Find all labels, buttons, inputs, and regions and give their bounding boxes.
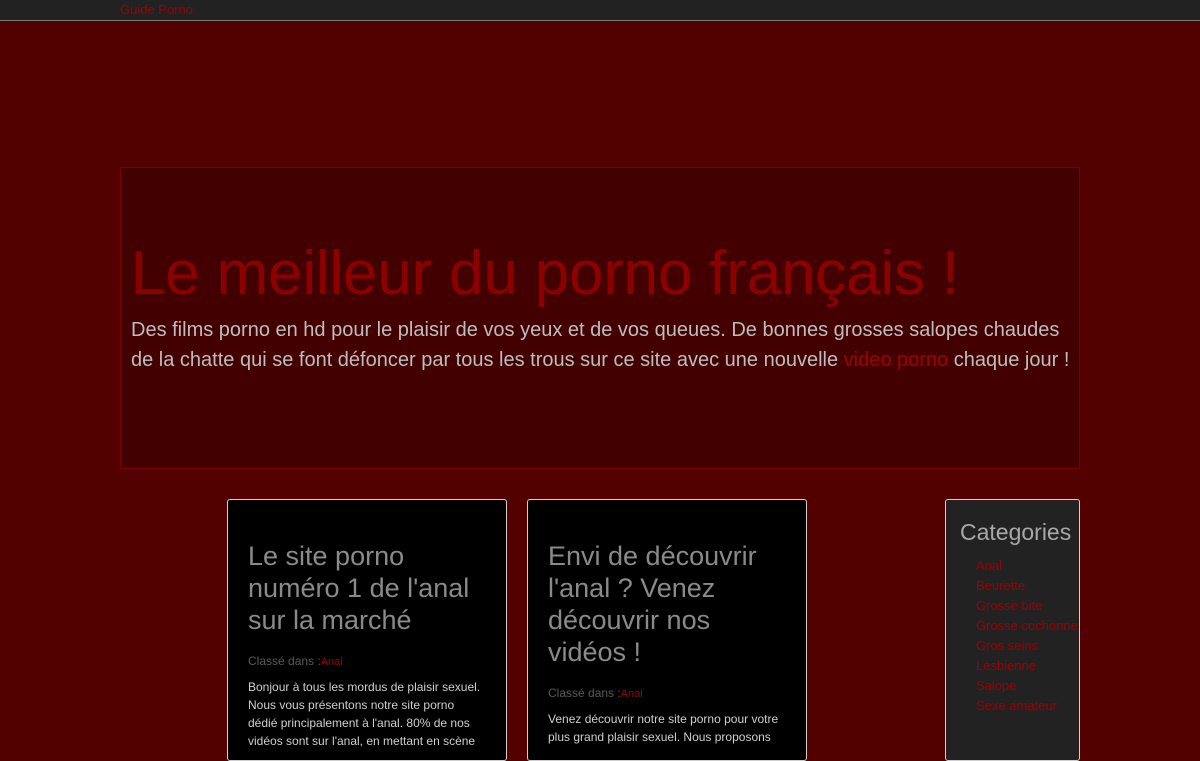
category-item: Grosse bite — [976, 596, 1079, 616]
category-item: Anal — [976, 556, 1079, 576]
post-excerpt: Bonjour à tous les mordus de plaisir sex… — [248, 680, 481, 748]
category-item: Gros seins — [976, 636, 1079, 656]
category-item: Lesbienne — [976, 656, 1079, 676]
hero-description: Des films porno en hd pour le plaisir de… — [131, 315, 1076, 375]
category-link-grosse-cochonne[interactable]: Grosse cochonne — [976, 618, 1078, 633]
post-title[interactable]: Envi de découvrir l'anal ? Venez découvr… — [548, 540, 786, 668]
post-category-link[interactable]: Anal — [321, 656, 343, 668]
post-excerpt: Venez découvrir notre site porno pour vo… — [548, 712, 779, 744]
category-link-lesbienne[interactable]: Lesbienne — [976, 658, 1036, 673]
category-link-beurette[interactable]: Beurette — [976, 578, 1025, 593]
categories-sidebar: Categories Anal Beurette Grosse bite Gro… — [945, 499, 1080, 761]
category-link-gros-seins[interactable]: Gros seins — [976, 638, 1038, 653]
category-link-sexe-amateur[interactable]: Sexe amateur — [976, 698, 1057, 713]
top-navbar: Guide Porno — [0, 0, 1200, 21]
post-card-2: Envi de découvrir l'anal ? Venez découvr… — [527, 499, 807, 761]
hero-video-link[interactable]: video porno — [844, 349, 949, 371]
category-list: Anal Beurette Grosse bite Grosse cochonn… — [976, 556, 1079, 716]
category-item: Salope — [976, 676, 1079, 696]
brand-link[interactable]: Guide Porno — [120, 2, 193, 17]
post-category-link[interactable]: Anal — [621, 688, 643, 700]
hero-jumbotron: Le meilleur du porno français ! Des film… — [120, 167, 1080, 469]
post-meta-label: Classé dans : — [248, 654, 321, 668]
post-meta: Classé dans :Anal — [248, 654, 486, 668]
hero-title: Le meilleur du porno français ! — [131, 239, 959, 308]
post-card-1: Le site porno numéro 1 de l'anal sur la … — [227, 499, 507, 761]
category-item: Beurette — [976, 576, 1079, 596]
post-title[interactable]: Le site porno numéro 1 de l'anal sur la … — [248, 540, 486, 636]
category-item: Sexe amateur — [976, 696, 1079, 716]
category-item: Grosse cochonne — [976, 616, 1079, 636]
hero-text-after: chaque jour ! — [948, 349, 1070, 371]
post-meta: Classé dans :Anal — [548, 686, 786, 700]
category-link-grosse-bite[interactable]: Grosse bite — [976, 598, 1042, 613]
post-meta-label: Classé dans : — [548, 686, 621, 700]
sidebar-title: Categories — [960, 519, 1072, 545]
category-link-anal[interactable]: Anal — [976, 558, 1002, 573]
category-link-salope[interactable]: Salope — [976, 678, 1016, 693]
